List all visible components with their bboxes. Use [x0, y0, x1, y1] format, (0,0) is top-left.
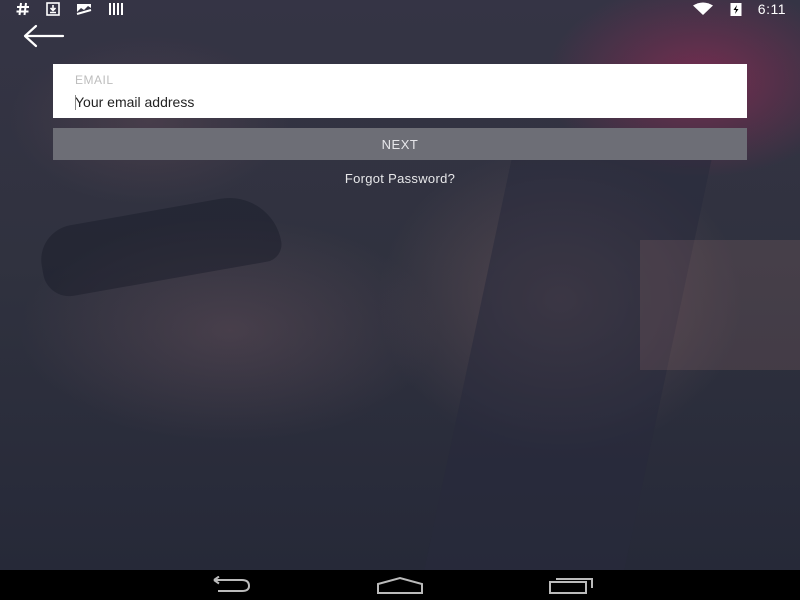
- nav-home-button[interactable]: [376, 576, 424, 594]
- background-shape: [640, 240, 800, 370]
- arrow-left-icon: [23, 24, 65, 48]
- nav-recent-apps-button[interactable]: [548, 576, 596, 594]
- hashtag-icon: [16, 2, 30, 16]
- email-label: EMAIL: [75, 73, 114, 87]
- forgot-password-link[interactable]: Forgot Password?: [0, 171, 800, 186]
- navigation-bar: [0, 570, 800, 600]
- recent-apps-icon: [549, 578, 593, 594]
- status-left-icons: [16, 1, 124, 16]
- text-cursor: [75, 95, 76, 110]
- barcode-icon: [108, 2, 124, 16]
- battery-charging-icon: [730, 2, 742, 16]
- back-button[interactable]: [22, 22, 66, 50]
- background-shape: [35, 189, 285, 301]
- email-field[interactable]: [73, 91, 723, 113]
- wifi-icon: [692, 2, 714, 16]
- email-field-container: EMAIL: [53, 64, 747, 118]
- status-bar: 6:11: [0, 0, 800, 17]
- next-button[interactable]: NEXT: [53, 128, 747, 160]
- status-time: 6:11: [757, 0, 786, 17]
- status-right-icons: 6:11: [692, 1, 786, 17]
- download-icon: [46, 1, 60, 16]
- nav-back-button[interactable]: [206, 575, 252, 594]
- back-icon: [213, 575, 251, 592]
- home-icon: [377, 576, 423, 594]
- photo-icon: [76, 2, 92, 16]
